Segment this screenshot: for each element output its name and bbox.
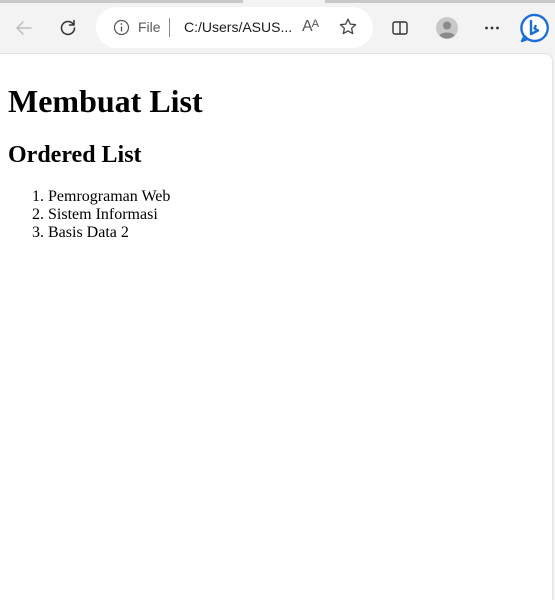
section-heading: Ordered List [8,142,142,168]
address-divider [169,18,170,37]
page-content: Membuat List Ordered List Pemrograman We… [0,54,552,266]
split-screen-icon [392,21,408,35]
avatar-icon [436,17,458,39]
read-aloud-icon: Aᴬ [302,18,319,35]
ordered-list: Pemrograman Web Sistem Informasi Basis D… [8,188,544,242]
address-bar[interactable]: File C:/Users/ASUS... Aᴬ [96,7,373,48]
file-scheme-label: File [138,19,161,35]
arrow-left-icon [16,21,32,35]
refresh-icon [60,19,76,36]
read-aloud-button[interactable]: Aᴬ [295,12,325,42]
page-viewport[interactable]: Membuat List Ordered List Pemrograman We… [0,53,553,600]
list-item: Pemrograman Web [48,188,544,206]
list-item: Sistem Informasi [48,206,544,224]
info-icon[interactable] [113,19,130,36]
profile-button[interactable] [431,12,463,44]
back-button[interactable] [8,12,40,44]
star-icon [339,18,357,35]
split-screen-button[interactable] [384,12,416,44]
bing-copilot-icon [520,13,549,43]
copilot-button[interactable] [517,10,553,46]
url-text[interactable]: C:/Users/ASUS... [184,19,292,36]
settings-and-more-button[interactable] [476,12,508,44]
browser-toolbar: File C:/Users/ASUS... Aᴬ [0,3,555,53]
reload-button[interactable] [52,12,84,44]
add-favorite-button[interactable] [333,12,363,42]
more-horizontal-icon [485,26,499,30]
list-item: Basis Data 2 [48,224,544,242]
page-title: Membuat List [8,83,203,119]
